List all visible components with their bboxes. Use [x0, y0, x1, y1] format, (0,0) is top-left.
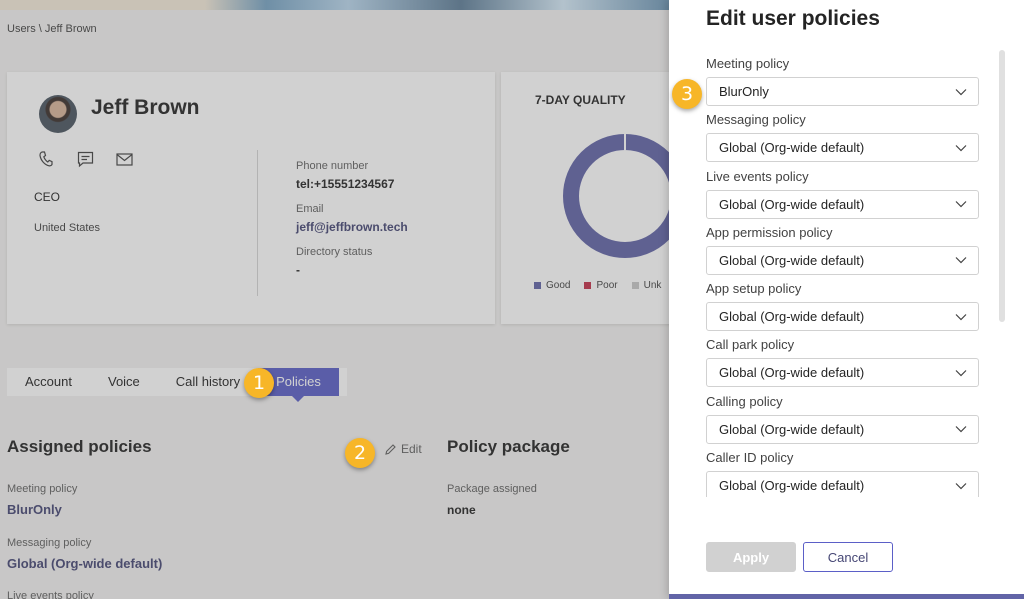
- callout-2: 2: [345, 438, 375, 468]
- callout-1: 1: [244, 368, 274, 398]
- app-permission-policy-field: App permission policy Global (Org-wide d…: [706, 224, 986, 280]
- call-park-policy-value: Global (Org-wide default): [719, 365, 865, 381]
- live-events-policy-value: Global (Org-wide default): [719, 196, 865, 212]
- calling-policy-field: Calling policy Global (Org-wide default): [706, 393, 986, 449]
- apply-button[interactable]: Apply: [706, 542, 796, 572]
- chevron-down-icon: [954, 253, 968, 267]
- messaging-policy-field: Messaging policy Global (Org-wide defaul…: [706, 111, 986, 167]
- chevron-down-icon: [954, 85, 968, 99]
- edit-user-policies-panel: Edit user policies Meeting policy BlurOn…: [669, 0, 1024, 599]
- calling-policy-label: Calling policy: [706, 393, 783, 409]
- messaging-policy-value: Global (Org-wide default): [719, 140, 865, 156]
- live-events-policy-field: Live events policy Global (Org-wide defa…: [706, 168, 986, 224]
- chevron-down-icon: [954, 422, 968, 436]
- cancel-button[interactable]: Cancel: [803, 542, 893, 572]
- callout-3: 3: [672, 79, 702, 109]
- messaging-policy-label: Messaging policy: [706, 112, 806, 128]
- meeting-policy-dropdown[interactable]: BlurOnly: [706, 77, 979, 106]
- live-events-policy-dropdown[interactable]: Global (Org-wide default): [706, 189, 979, 219]
- app-permission-policy-label: App permission policy: [706, 224, 833, 240]
- app-setup-policy-dropdown[interactable]: Global (Org-wide default): [706, 302, 979, 332]
- caller-id-policy-label: Caller ID policy: [706, 450, 794, 466]
- app-permission-policy-dropdown[interactable]: Global (Org-wide default): [706, 245, 979, 275]
- call-park-policy-label: Call park policy: [706, 337, 795, 353]
- live-events-policy-label: Live events policy: [706, 168, 809, 184]
- app-setup-policy-value: Global (Org-wide default): [719, 309, 865, 325]
- call-park-policy-field: Call park policy Global (Org-wide defaul…: [706, 336, 986, 392]
- panel-scrollbar[interactable]: [999, 50, 1005, 322]
- caller-id-policy-value: Global (Org-wide default): [719, 478, 865, 494]
- meeting-policy-field: Meeting policy BlurOnly: [706, 55, 986, 111]
- calling-policy-value: Global (Org-wide default): [719, 421, 865, 437]
- messaging-policy-dropdown[interactable]: Global (Org-wide default): [706, 133, 979, 163]
- caller-id-policy-dropdown[interactable]: Global (Org-wide default): [706, 471, 979, 497]
- chevron-down-icon: [954, 366, 968, 380]
- app-setup-policy-field: App setup policy Global (Org-wide defaul…: [706, 280, 986, 336]
- modal-overlay[interactable]: [0, 10, 669, 599]
- meeting-policy-label: Meeting policy: [706, 56, 790, 71]
- calling-policy-dropdown[interactable]: Global (Org-wide default): [706, 414, 979, 444]
- caller-id-policy-field: Caller ID policy Global (Org-wide defaul…: [706, 449, 986, 497]
- chevron-down-icon: [954, 310, 968, 324]
- app-permission-policy-value: Global (Org-wide default): [719, 252, 865, 268]
- meeting-policy-value: BlurOnly: [719, 84, 769, 99]
- app-setup-policy-label: App setup policy: [706, 281, 802, 297]
- panel-title: Edit user policies: [706, 7, 880, 30]
- chevron-down-icon: [954, 479, 968, 493]
- chevron-down-icon: [954, 141, 968, 155]
- panel-bottom-accent: [669, 594, 1024, 599]
- call-park-policy-dropdown[interactable]: Global (Org-wide default): [706, 358, 979, 388]
- policy-list: Meeting policy BlurOnly Messaging policy…: [706, 55, 986, 497]
- chevron-down-icon: [954, 197, 968, 211]
